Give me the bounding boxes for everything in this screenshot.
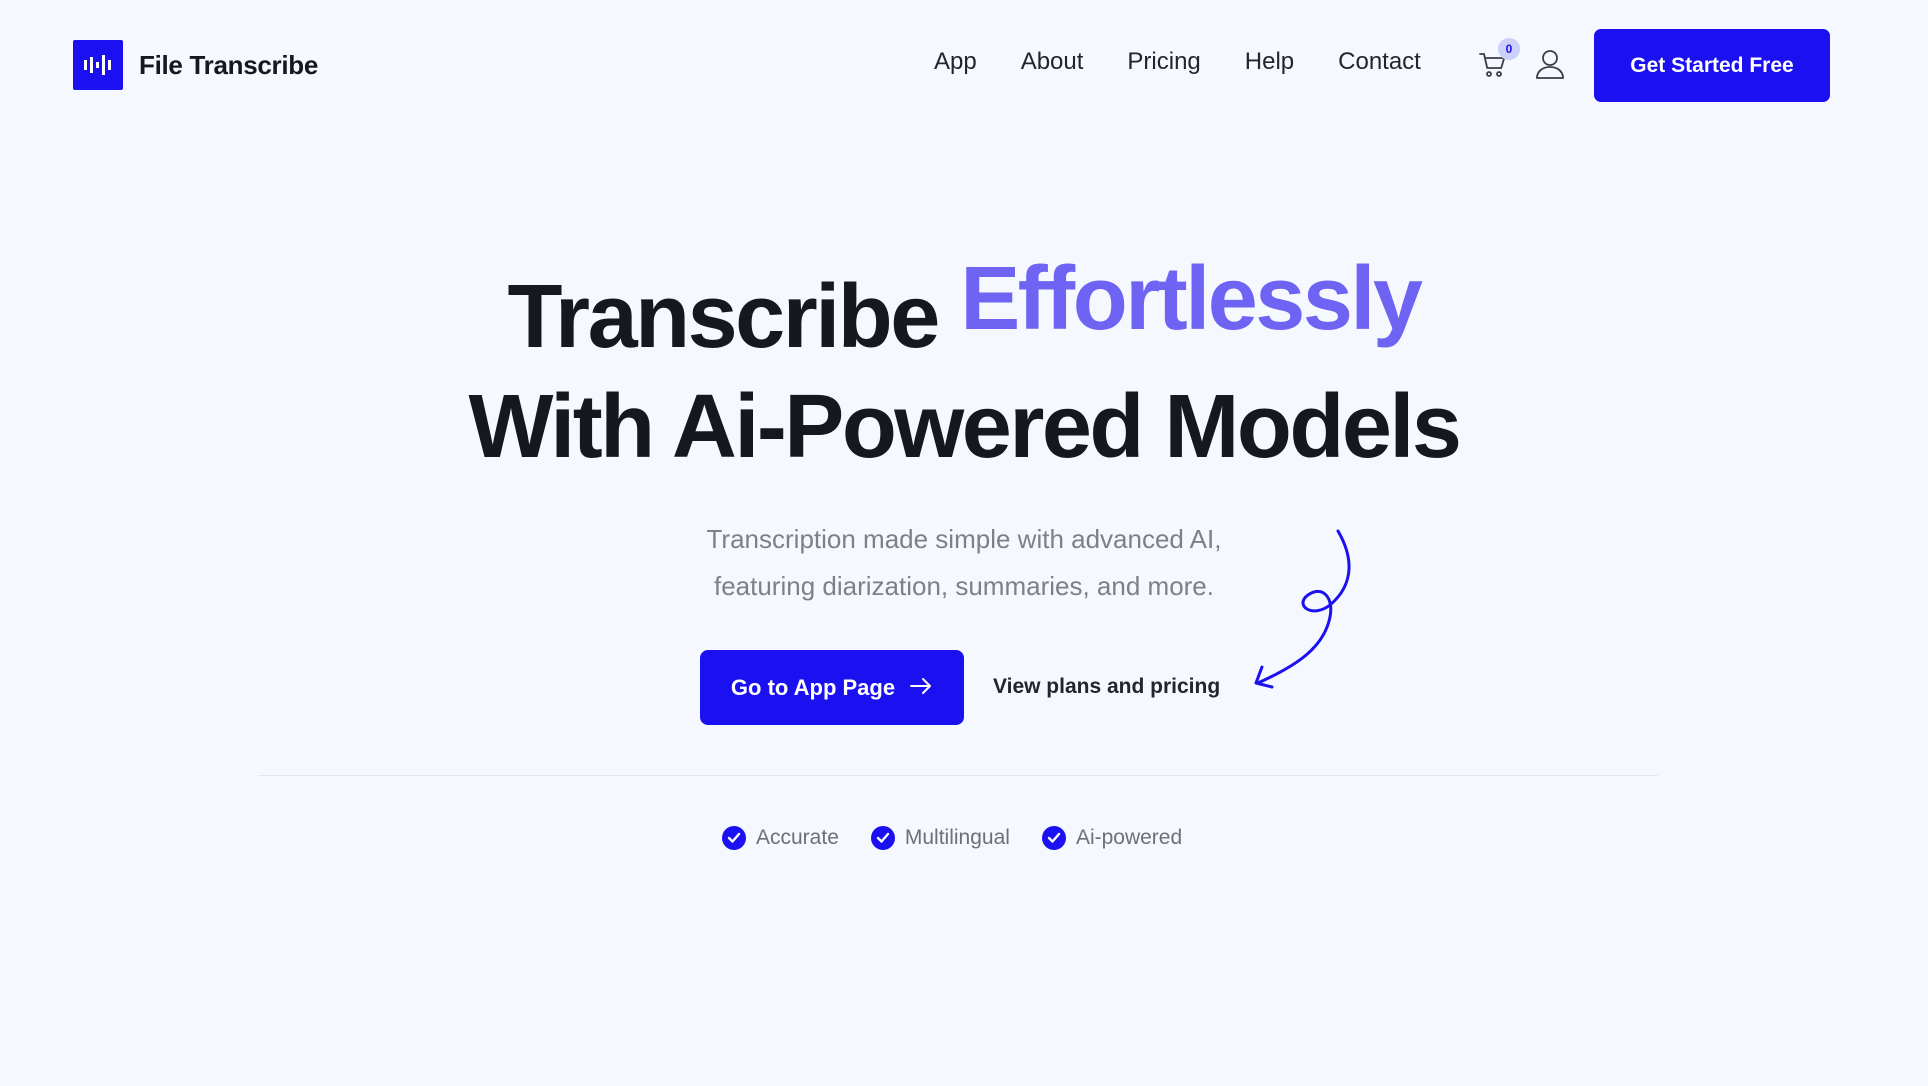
- check-circle-icon: [1041, 826, 1066, 850]
- hero-subtitle-line2: featuring diarization, summaries, and mo…: [713, 571, 1214, 601]
- go-to-app-button[interactable]: Go to App Page: [700, 650, 964, 725]
- hero-subtitle: Transcription made simple with advanced …: [0, 516, 1928, 610]
- feature-label: Ai-powered: [1075, 826, 1183, 849]
- cart-count-badge: 0: [1498, 38, 1520, 60]
- nav-link-pricing[interactable]: Pricing: [1127, 48, 1200, 76]
- user-account-icon[interactable]: [1535, 48, 1565, 80]
- go-to-app-label: Go to App Page: [730, 674, 896, 700]
- curly-arrow-icon: [1248, 525, 1368, 695]
- hero-title-line2: With Ai-Powered Models: [468, 377, 1462, 477]
- arrow-right-icon: [909, 675, 933, 701]
- nav-link-help[interactable]: Help: [1245, 48, 1294, 76]
- nav-link-app[interactable]: App: [934, 48, 977, 76]
- hero-subtitle-line1: Transcription made simple with advanced …: [706, 524, 1222, 554]
- feature-label: Multilingual: [904, 826, 1010, 849]
- hero-title-word: Transcribe: [507, 267, 941, 367]
- feature-list: Accurate Multilingual Ai-powered: [722, 826, 1182, 850]
- check-circle-icon: [870, 826, 895, 850]
- main-nav: App About Pricing Help Contact: [934, 48, 1421, 76]
- feature-label: Accurate: [756, 826, 839, 849]
- section-divider: [258, 775, 1658, 776]
- site-header: File Transcribe App About Pricing Help C…: [0, 0, 1928, 130]
- landing-page: File Transcribe App About Pricing Help C…: [0, 0, 1928, 1086]
- brand-name: File Transcribe: [139, 49, 319, 80]
- view-plans-link[interactable]: View plans and pricing: [993, 675, 1220, 699]
- feature-item-multilingual: Multilingual: [870, 826, 1010, 850]
- get-started-button[interactable]: Get Started Free: [1594, 29, 1830, 102]
- check-circle-icon: [722, 826, 746, 850]
- nav-link-contact[interactable]: Contact: [1338, 48, 1421, 76]
- hero-title: Transcribe Effortlessly With Ai-Powered …: [0, 254, 1928, 477]
- hero-title-line1: Transcribe Effortlessly: [0, 254, 1928, 362]
- audio-waveform-icon: [73, 40, 123, 90]
- nav-link-about[interactable]: About: [1021, 48, 1084, 76]
- brand-logo-link[interactable]: File Transcribe: [73, 40, 318, 90]
- feature-item-ai-powered: Ai-powered: [1041, 826, 1183, 850]
- hero-title-accent: Effortlessly: [960, 249, 1423, 349]
- feature-item-accurate: Accurate: [722, 826, 839, 850]
